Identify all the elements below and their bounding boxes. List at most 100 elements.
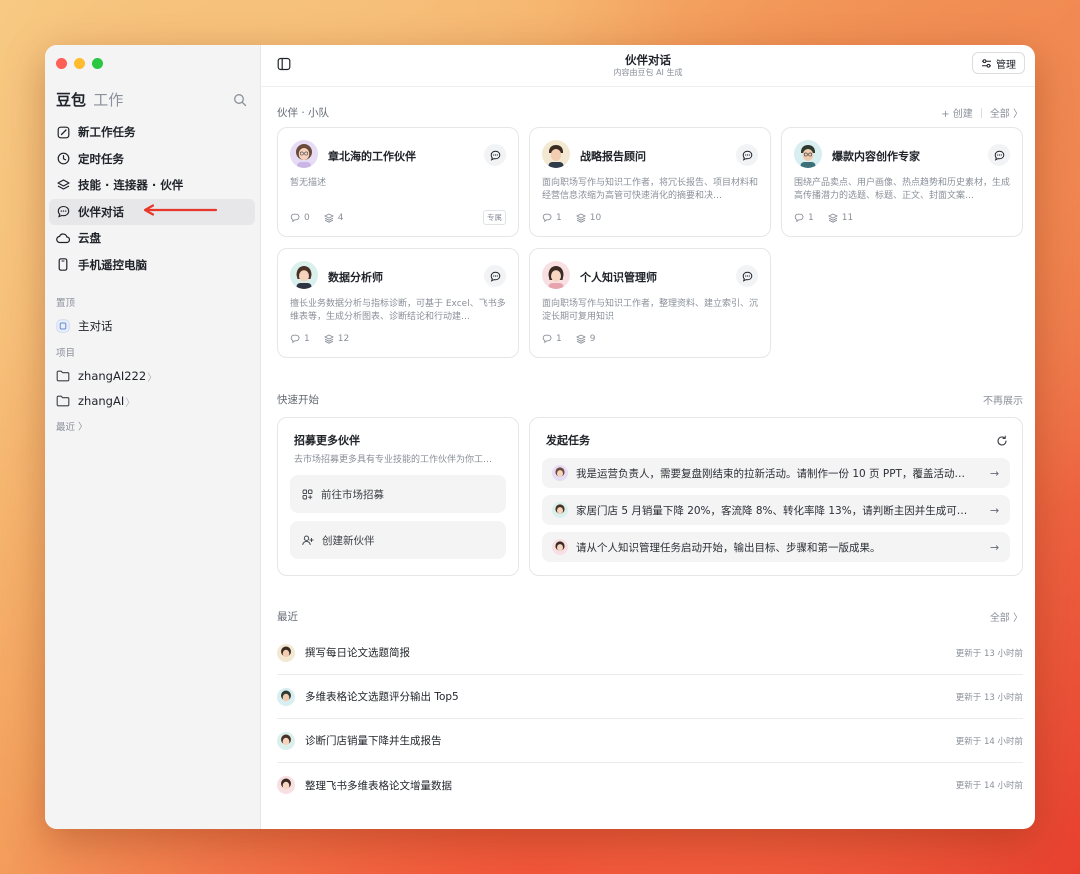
create-partner-label: 创建新伙伴 [322,534,375,547]
arrow-right-icon: → [990,540,1000,554]
recent-item[interactable]: 多维表格论文选题评分输出 Top5 更新于 13 小时前 [277,675,1023,719]
suggested-task[interactable]: 家居门店 5 月销量下降 20%，客流降 8%、转化率降 13%，请判断主因并生… [542,495,1010,525]
sidebar: 豆包 工作 新工作任务 定时任务 技能 · 连接器 · 伙伴 伙伴对话 云盘 手… [45,45,261,829]
top-bar: 伙伴对话 内容由豆包 AI 生成 管理 [261,45,1035,87]
recent-all-link[interactable]: 全部 〉 [990,609,1023,624]
create-partner-button[interactable]: 创建新伙伴 [290,521,506,559]
suggested-task-text: 我是运营负责人，需要复盘刚结束的拉新活动。请制作一份 10 页 PPT，覆盖活动… [576,467,965,480]
go-to-market-button[interactable]: 前往市场招募 [290,475,506,513]
skills-count: 10 [589,213,602,223]
conversation-count-icon [542,213,552,223]
partner-card[interactable]: 数据分析师 擅长业务数据分析与指标诊断，可基于 Excel、飞书多维表等，生成分… [277,248,519,358]
skills-count-icon [323,334,334,344]
project-label: zhangAI [78,394,125,408]
sidebar-nav: 新工作任务 定时任务 技能 · 连接器 · 伙伴 伙伴对话 云盘 手机遥控电脑 [49,119,255,279]
partner-avatar [290,140,318,168]
recent-item[interactable]: 撰写每日论文选题简报 更新于 13 小时前 [277,631,1023,675]
quickstart-header: 快速开始 不再展示 [277,392,1023,407]
suggested-task-text: 请从个人知识管理任务启动开始，输出目标、步骤和第一版成果。 [576,541,881,554]
sidebar-item-scheduled[interactable]: 定时任务 [49,146,255,172]
partner-name: 战略报告顾问 [580,150,646,163]
page-title: 伙伴对话 [625,53,671,67]
conversation-count: 1 [808,213,814,223]
conversation-count: 0 [304,213,310,223]
sidebar-item-skills[interactable]: 技能 · 连接器 · 伙伴 [49,172,255,198]
chat-icon [56,205,70,219]
chat-bubble-icon[interactable] [988,144,1010,166]
recent-item-title: 诊断门店销量下降并生成报告 [305,735,442,747]
recent-item-title: 多维表格论文选题评分输出 Top5 [305,691,459,703]
conversation-count: 1 [556,334,562,344]
skills-count-icon [827,213,838,223]
partner-card[interactable]: 章北海的工作伙伴 暂无描述 0 4 专属 [277,127,519,237]
recruit-title: 招募更多伙伴 [294,434,360,447]
sidebar-item-cloud[interactable]: 云盘 [49,225,255,251]
skills-count: 9 [589,334,596,344]
partner-description: 暂无描述 [290,178,327,188]
edit-icon [56,125,70,139]
brand-subtitle: 工作 [93,91,124,109]
partner-card[interactable]: 个人知识管理师 面向职场写作与知识工作者，整理资料、建立索引、沉淀长期可复用知识… [529,248,771,358]
arrow-right-icon: → [990,503,1000,517]
skills-count-icon [323,213,334,223]
chat-bubble-icon[interactable] [484,144,506,166]
sidebar-item-label: 手机遥控电脑 [78,257,147,272]
partner-name: 章北海的工作伙伴 [328,150,416,163]
chevron-right-icon: 〉 [78,422,88,433]
partner-stats: 0 4 [290,213,343,223]
conversation-count-icon [290,334,300,344]
app-window: 豆包 工作 新工作任务 定时任务 技能 · 连接器 · 伙伴 伙伴对话 云盘 手… [45,45,1035,829]
sidebar-item-new-task[interactable]: 新工作任务 [49,119,255,145]
recent-item-time: 更新于 14 小时前 [955,736,1023,747]
sidebar-item-remote[interactable]: 手机遥控电脑 [49,252,255,278]
chat-bubble-icon[interactable] [736,144,758,166]
partner-stats: 1 11 [794,213,853,223]
pinned-item-main-chat[interactable]: 主对话 [56,316,113,336]
conversation-count: 1 [304,334,310,344]
partner-stats: 1 10 [542,213,601,223]
folder-icon [56,394,70,408]
dismiss-quickstart-link[interactable]: 不再展示 [983,392,1023,407]
chat-bubble-icon[interactable] [484,265,506,287]
search-icon[interactable] [233,92,249,108]
partners-heading: 伙伴 · 小队 [277,107,330,119]
partner-card[interactable]: 爆款内容创作专家 围绕产品卖点、用户画像、热点趋势和历史素材，生成高传播潜力的选… [781,127,1023,237]
go-to-market-label: 前往市场招募 [321,488,384,501]
sidebar-item-label: 新工作任务 [78,125,136,139]
start-task-title: 发起任务 [546,434,590,447]
project-label: zhangAI222 [78,369,147,383]
partner-avatar [552,465,568,481]
conversation-count-icon [794,213,804,223]
minimize-window-button[interactable] [74,58,85,69]
skills-count: 4 [337,213,344,223]
window-controls [56,58,103,69]
conversation-count: 1 [556,213,562,223]
partners-all-link[interactable]: 全部 〉 [990,105,1023,120]
annotation-arrow [143,204,218,216]
maximize-window-button[interactable] [92,58,103,69]
recent-item[interactable]: 整理飞书多维表格论文增量数据 更新于 14 小时前 [277,763,1023,807]
suggested-task[interactable]: 请从个人知识管理任务启动开始，输出目标、步骤和第一版成果。 → [542,532,1010,562]
create-partner-link[interactable]: + 创建 [941,105,973,120]
project-item[interactable]: zhangAI222 〉 [56,366,157,386]
close-window-button[interactable] [56,58,67,69]
pinned-item-label: 主对话 [78,319,113,333]
manage-button[interactable]: 管理 [972,52,1025,74]
recent-section-toggle[interactable]: 最近 〉 [56,419,88,433]
quickstart-heading: 快速开始 [277,394,319,406]
project-item[interactable]: zhangAI 〉 [56,391,135,411]
conversation-count-icon [542,334,552,344]
clock-icon [56,152,70,166]
partner-avatar [277,643,295,662]
partner-card[interactable]: 战略报告顾问 面向职场写作与知识工作者，将冗长报告、项目材料和经营信息浓缩为高管… [529,127,771,237]
suggested-task[interactable]: 我是运营负责人，需要复盘刚结束的拉新活动。请制作一份 10 页 PPT，覆盖活动… [542,458,1010,488]
recent-item[interactable]: 诊断门店销量下降并生成报告 更新于 14 小时前 [277,719,1023,763]
page-subtitle: 内容由豆包 AI 生成 [613,68,683,77]
partner-avatar [277,731,295,750]
projects-label: 项目 [56,348,76,359]
chat-bubble-icon[interactable] [736,265,758,287]
skills-count: 11 [841,213,854,223]
refresh-icon[interactable] [996,432,1008,446]
partner-avatar [542,261,570,289]
pinned-label: 置顶 [56,298,76,309]
